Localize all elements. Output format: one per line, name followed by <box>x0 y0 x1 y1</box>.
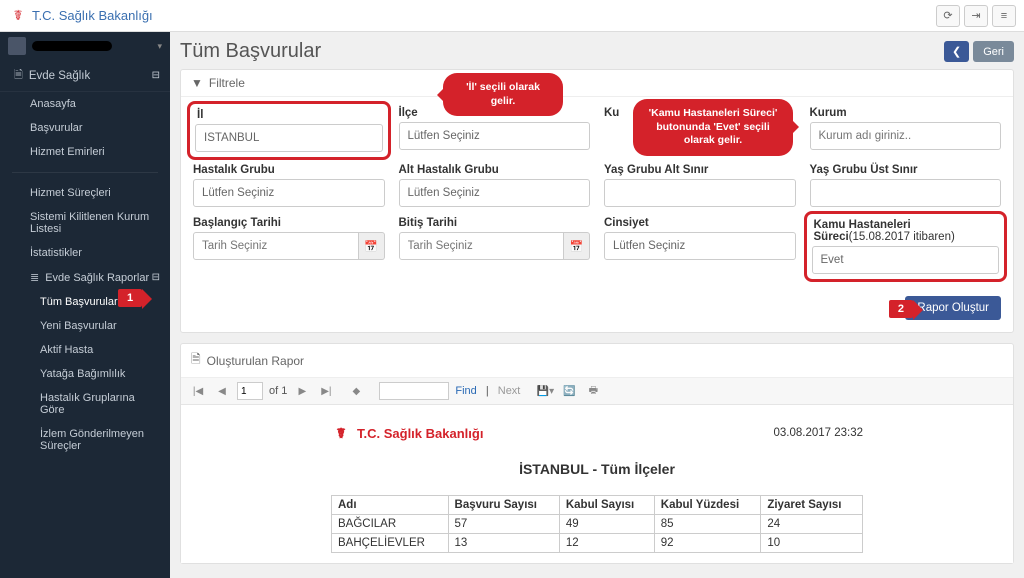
input-yas-alt[interactable] <box>604 179 796 207</box>
label-yas-alt: Yaş Grubu Alt Sınır <box>604 164 796 176</box>
back-parent-button[interactable]: ◆ <box>347 382 365 400</box>
first-page-button[interactable]: |◀ <box>189 382 207 400</box>
refresh-button[interactable]: ⟳ <box>936 5 960 27</box>
export-button[interactable]: 💾▾ <box>536 382 554 400</box>
col-basvuru: Başvuru Sayısı <box>448 496 559 515</box>
input-baslangic[interactable] <box>193 232 359 260</box>
filter-il-highlight: İl İSTANBUL <box>187 101 391 160</box>
last-page-button[interactable]: ▶| <box>317 382 335 400</box>
filter-header-label: Filtrele <box>209 76 245 90</box>
report-panel-header: 🗎 Oluşturulan Rapor <box>181 344 1013 378</box>
filter-panel-header: ▼ Filtrele <box>181 70 1013 97</box>
col-kabul-yuzdesi: Kabul Yüzdesi <box>654 496 761 515</box>
page-number-input[interactable] <box>237 382 263 400</box>
annotation-badge-1: 1 <box>118 289 142 307</box>
label-kurum: Kurum <box>810 107 1002 119</box>
list-icon: ≣ <box>30 271 39 284</box>
sidebar-section-evde-saglik[interactable]: 🗎 Evde Sağlık ⊟ <box>0 60 170 92</box>
label-bitis: Bitiş Tarihi <box>399 217 591 229</box>
page-title: Tüm Başvurular <box>180 40 321 63</box>
label-kamu: Kamu Hastaneleri Süreci(15.08.2017 itiba… <box>814 219 1002 243</box>
sidebar-item-istatistikler[interactable]: İstatistikler <box>0 241 170 265</box>
sidebar-item-izlem[interactable]: İzlem Gönderilmeyen Süreçler <box>0 422 170 458</box>
report-table: Adı Başvuru Sayısı Kabul Sayısı Kabul Yü… <box>331 495 863 553</box>
annotation-callout-kamu: 'Kamu Hastaneleri Süreci' butonunda 'Eve… <box>633 99 793 156</box>
report-panel: 🗎 Oluşturulan Rapor |◀ ◀ of 1 ▶ ▶| ◆ Fin… <box>180 343 1014 564</box>
find-input[interactable] <box>379 382 449 400</box>
report-title: İSTANBUL - Tüm İlçeler <box>331 461 863 477</box>
page-header: Tüm Başvurular ❮ Geri <box>180 40 1014 63</box>
label-hastalik: Hastalık Grubu <box>193 164 385 176</box>
collapse-icon: ⊟ <box>152 70 160 81</box>
calendar-icon[interactable]: 📅 <box>359 232 385 260</box>
label-cinsiyet: Cinsiyet <box>604 217 796 229</box>
label-il: İl <box>197 109 385 121</box>
input-yas-ust[interactable] <box>810 179 1002 207</box>
select-alt-hastalik[interactable]: Lütfen Seçiniz <box>399 179 591 207</box>
sidebar-item-raporlar[interactable]: ≣ Evde Sağlık Raporlar ⊟ <box>0 265 170 290</box>
document-icon: 🗎 <box>191 350 201 371</box>
sidebar-item-sistemi-kitlenen[interactable]: Sistemi Kilitlenen Kurum Listesi <box>0 205 170 241</box>
logout-button[interactable]: ⇥ <box>964 5 988 27</box>
label-yas-ust: Yaş Grubu Üst Sınır <box>810 164 1002 176</box>
sidebar-item-yeni-basvurular[interactable]: Yeni Başvurular <box>0 314 170 338</box>
filter-kamu-highlight: Kamu Hastaneleri Süreci(15.08.2017 itiba… <box>804 211 1008 282</box>
find-label[interactable]: Find <box>455 385 476 397</box>
select-il[interactable]: İSTANBUL <box>195 124 383 152</box>
sidebar-item-aktif-hasta[interactable]: Aktif Hasta <box>0 338 170 362</box>
sidebar-section-label: Evde Sağlık <box>29 70 90 82</box>
sidebar-item-yataga[interactable]: Yatağa Bağımlılık <box>0 362 170 386</box>
col-kabul-sayisi: Kabul Sayısı <box>559 496 654 515</box>
sidebar-item-tum-basvurular[interactable]: Tüm Başvurular 1 <box>0 290 170 314</box>
col-adi: Adı <box>332 496 449 515</box>
label-alt-hastalik: Alt Hastalık Grubu <box>399 164 591 176</box>
calendar-icon[interactable]: 📅 <box>564 232 590 260</box>
filter-icon: ▼ <box>191 76 203 90</box>
report-toolbar: |◀ ◀ of 1 ▶ ▶| ◆ Find | Next 💾▾ 🔄 🖶 <box>181 378 1013 405</box>
main-content: Tüm Başvurular ❮ Geri ▼ Filtrele 'İl' se… <box>170 32 1024 578</box>
print-button[interactable]: 🖶 <box>584 382 602 400</box>
annotation-badge-2: 2 <box>889 300 913 318</box>
page-total-label: of 1 <box>269 385 287 397</box>
sidebar-item-hastalik-grup[interactable]: Hastalık Gruplarına Göre <box>0 386 170 422</box>
report-panel-title: Oluşturulan Rapor <box>207 354 304 368</box>
menu-button[interactable]: ≡ <box>992 5 1016 27</box>
annotation-callout-il: 'İl' seçili olarak gelir. <box>443 73 563 116</box>
user-caret-icon: ▾ <box>157 41 162 52</box>
user-avatar <box>8 37 26 55</box>
brand-logo-icon: ☤ <box>8 6 28 26</box>
topbar: ☤ T.C. Sağlık Bakanlığı ⟳ ⇥ ≡ <box>0 0 1024 32</box>
select-cinsiyet[interactable]: Lütfen Seçiniz <box>604 232 796 260</box>
report-brand-icon: ☤ <box>331 423 351 443</box>
sidebar: ▾ 🗎 Evde Sağlık ⊟ Anasayfa Başvurular Hi… <box>0 32 170 578</box>
label-baslangic: Başlangıç Tarihi <box>193 217 385 229</box>
table-row: BAĞCILAR 57 49 85 24 <box>332 515 863 534</box>
back-arrow-button[interactable]: ❮ <box>944 41 969 62</box>
user-row[interactable]: ▾ <box>0 32 170 60</box>
select-kamu[interactable]: Evet <box>812 246 1000 274</box>
sidebar-item-basvurular[interactable]: Başvurular <box>0 116 170 140</box>
next-label[interactable]: Next <box>498 385 521 397</box>
input-bitis[interactable] <box>399 232 565 260</box>
filter-panel: ▼ Filtrele 'İl' seçili olarak gelir. 'Ka… <box>180 69 1014 333</box>
user-name-redacted <box>32 41 112 51</box>
clipboard-icon: 🗎 <box>14 66 23 85</box>
select-hastalik[interactable]: Lütfen Seçiniz <box>193 179 385 207</box>
table-row: BAHÇELİEVLER 13 12 92 10 <box>332 534 863 553</box>
input-kurum[interactable] <box>810 122 1002 150</box>
report-brand: ☤ T.C. Sağlık Bakanlığı <box>331 423 483 443</box>
report-date: 03.08.2017 23:32 <box>773 427 863 439</box>
back-button[interactable]: Geri <box>973 41 1014 62</box>
select-ilce[interactable]: Lütfen Seçiniz <box>399 122 591 150</box>
report-body: ☤ T.C. Sağlık Bakanlığı 03.08.2017 23:32… <box>181 405 1013 563</box>
brand-text: T.C. Sağlık Bakanlığı <box>32 8 153 23</box>
collapse-icon: ⊟ <box>152 272 160 283</box>
col-ziyaret: Ziyaret Sayısı <box>761 496 863 515</box>
sidebar-item-hizmet-surecleri[interactable]: Hizmet Süreçleri <box>0 181 170 205</box>
refresh-report-button[interactable]: 🔄 <box>560 382 578 400</box>
prev-page-button[interactable]: ◀ <box>213 382 231 400</box>
sidebar-item-anasayfa[interactable]: Anasayfa <box>0 92 170 116</box>
sidebar-item-hizmet-emirleri[interactable]: Hizmet Emirleri <box>0 140 170 164</box>
next-page-button[interactable]: ▶ <box>293 382 311 400</box>
